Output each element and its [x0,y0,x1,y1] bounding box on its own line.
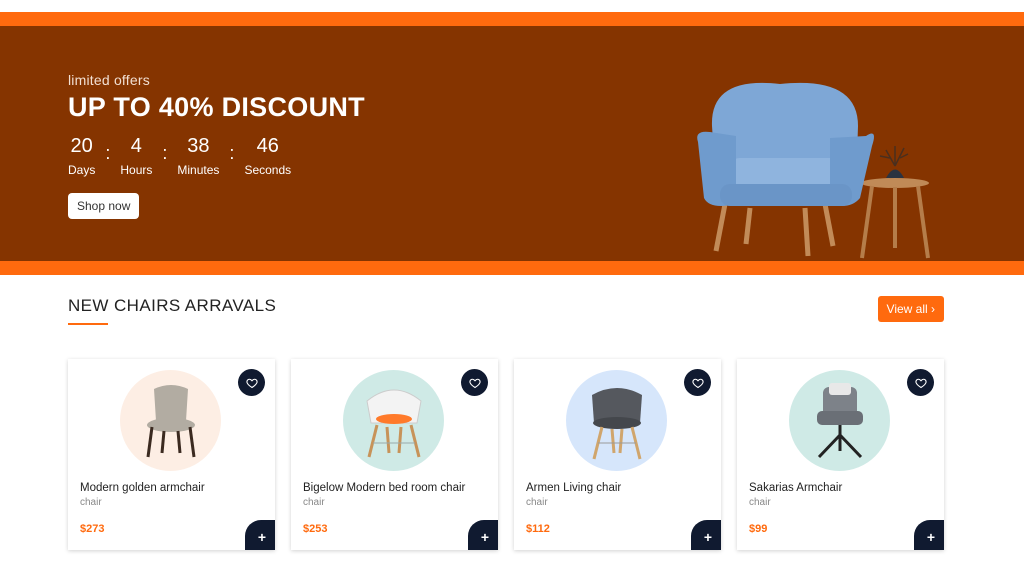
section-header: NEW CHAIRS ARRAVALS View all › [68,296,944,326]
countdown-minutes-value: 38 [187,135,210,157]
product-name[interactable]: Bigelow Modern bed room chair [303,482,465,494]
add-to-cart-button[interactable]: + [245,520,275,550]
countdown-hours-label: Hours [120,163,153,177]
countdown-days-value: 20 [70,135,93,157]
product-grid: Modern golden armchair chair $273 + Bige… [68,359,944,550]
product-category: chair [749,497,771,508]
add-to-cart-button[interactable]: + [691,520,721,550]
product-image[interactable] [120,370,221,471]
add-to-cart-button[interactable]: + [914,520,944,550]
view-all-button[interactable]: View all › [877,296,944,322]
product-image[interactable] [343,370,444,471]
heart-icon[interactable] [684,369,711,396]
product-card[interactable]: Bigelow Modern bed room chair chair $253… [291,359,498,550]
product-category: chair [80,497,102,508]
section-title: NEW CHAIRS ARRAVALS [68,296,277,315]
product-card[interactable]: Sakarias Armchair chair $99 + [737,359,944,550]
heart-icon[interactable] [238,369,265,396]
product-image[interactable] [566,370,667,471]
countdown-minutes-label: Minutes [177,163,220,177]
product-price: $112 [526,523,550,535]
product-category: chair [526,497,548,508]
product-price: $99 [749,523,768,535]
shop-now-button[interactable]: Shop now [68,193,140,219]
countdown-seconds-value: 46 [256,135,279,157]
heart-icon[interactable] [907,369,934,396]
product-image[interactable] [789,370,890,471]
product-category: chair [303,497,325,508]
countdown-timer: 20 Days : 4 Hours : 38 Minutes : 46 Seco… [68,135,365,177]
countdown-separator: : [162,143,168,163]
product-price: $253 [303,523,328,535]
countdown-minutes: 38 Minutes [177,135,219,177]
heart-icon[interactable] [461,369,488,396]
product-name[interactable]: Sakarias Armchair [749,482,842,494]
promo-text: limited offers UP TO 40% DISCOUNT 20 Day… [68,72,365,219]
countdown-days-label: Days [68,163,96,177]
promo-kicker: limited offers [68,72,150,88]
title-underline [68,323,108,325]
countdown-hours: 4 Hours [120,135,152,177]
product-name[interactable]: Armen Living chair [526,482,621,494]
add-to-cart-button[interactable]: + [468,520,498,550]
countdown-seconds: 46 Seconds [244,135,291,177]
countdown-separator: : [105,143,111,163]
countdown-hours-value: 4 [130,135,142,157]
product-price: $273 [80,523,105,535]
product-card[interactable]: Modern golden armchair chair $273 + [68,359,275,550]
countdown-days: 20 Days [68,135,95,177]
top-spacer [0,0,1024,12]
armchair-illustration [697,82,930,259]
promo-title: UP TO 40% DISCOUNT [68,92,365,122]
product-card[interactable]: Armen Living chair chair $112 + [514,359,721,550]
product-name[interactable]: Modern golden armchair [80,482,205,494]
countdown-separator: : [229,143,235,163]
promo-banner: limited offers UP TO 40% DISCOUNT 20 Day… [0,12,1024,275]
countdown-seconds-label: Seconds [244,163,292,177]
